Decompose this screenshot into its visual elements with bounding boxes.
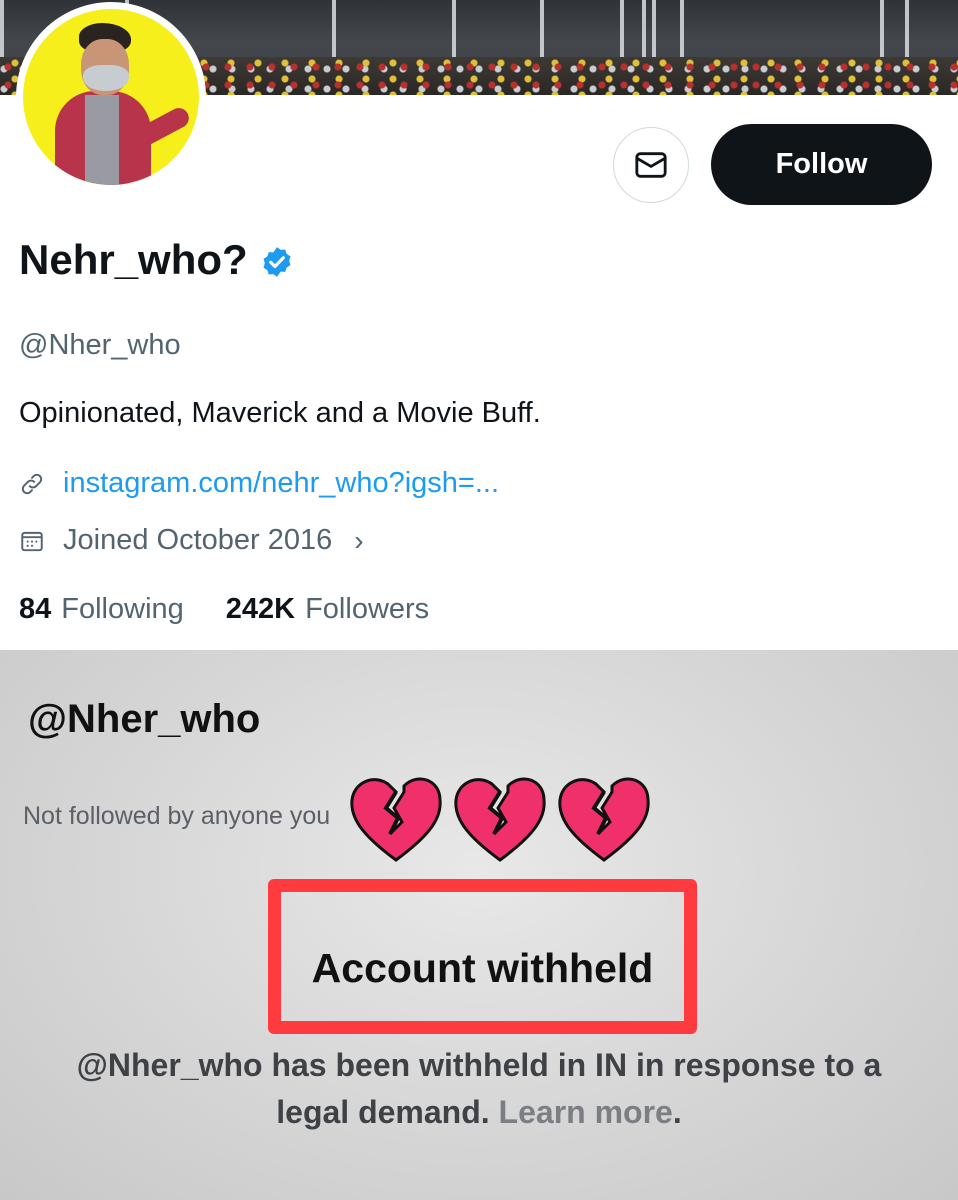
- followers-link[interactable]: 242K Followers: [226, 593, 429, 626]
- broken-hearts-overlay: [345, 768, 657, 868]
- display-name: Nehr_who?: [19, 236, 248, 283]
- verified-badge-icon[interactable]: [260, 245, 294, 279]
- following-label: Following: [61, 593, 184, 625]
- avatar[interactable]: [16, 2, 206, 192]
- profile-link-text[interactable]: instagram.com/nehr_who?igsh=...: [63, 467, 499, 500]
- calendar-icon: [21, 531, 43, 551]
- withheld-description-text: @Nher_who has been withheld in IN in res…: [76, 1047, 882, 1130]
- joined-text: Joined October 2016: [63, 524, 333, 556]
- broken-heart-icon: [558, 777, 650, 862]
- not-followed-text: Not followed by anyone you: [23, 802, 331, 830]
- chevron-right-icon[interactable]: ›: [354, 525, 363, 557]
- joined-date[interactable]: Joined October 2016 ›: [19, 524, 364, 557]
- follow-stats: 84 Following 242K Followers: [19, 593, 429, 626]
- followers-label: Followers: [305, 593, 430, 625]
- following-count: 84: [19, 593, 52, 625]
- message-button[interactable]: [613, 127, 689, 203]
- broken-heart-icon: [454, 777, 546, 862]
- profile-link[interactable]: instagram.com/nehr_who?igsh=...: [19, 467, 499, 500]
- link-icon: [21, 473, 43, 494]
- following-link[interactable]: 84 Following: [19, 593, 184, 626]
- broken-heart-icon: [350, 777, 442, 862]
- profile-bio: Opinionated, Maverick and a Movie Buff.: [19, 397, 541, 429]
- withheld-handle: @Nher_who: [28, 697, 261, 741]
- display-name-row: Nehr_who?: [19, 236, 294, 284]
- withheld-description: @Nher_who has been withheld in IN in res…: [60, 1042, 898, 1136]
- withheld-title: Account withheld: [311, 945, 654, 991]
- envelope-icon: [635, 152, 667, 178]
- follow-button[interactable]: Follow: [711, 124, 932, 205]
- learn-more-link[interactable]: Learn more: [499, 1094, 673, 1130]
- followers-count: 242K: [225, 593, 296, 625]
- withheld-description-period: .: [672, 1094, 682, 1130]
- profile-handle: @Nher_who: [19, 329, 181, 361]
